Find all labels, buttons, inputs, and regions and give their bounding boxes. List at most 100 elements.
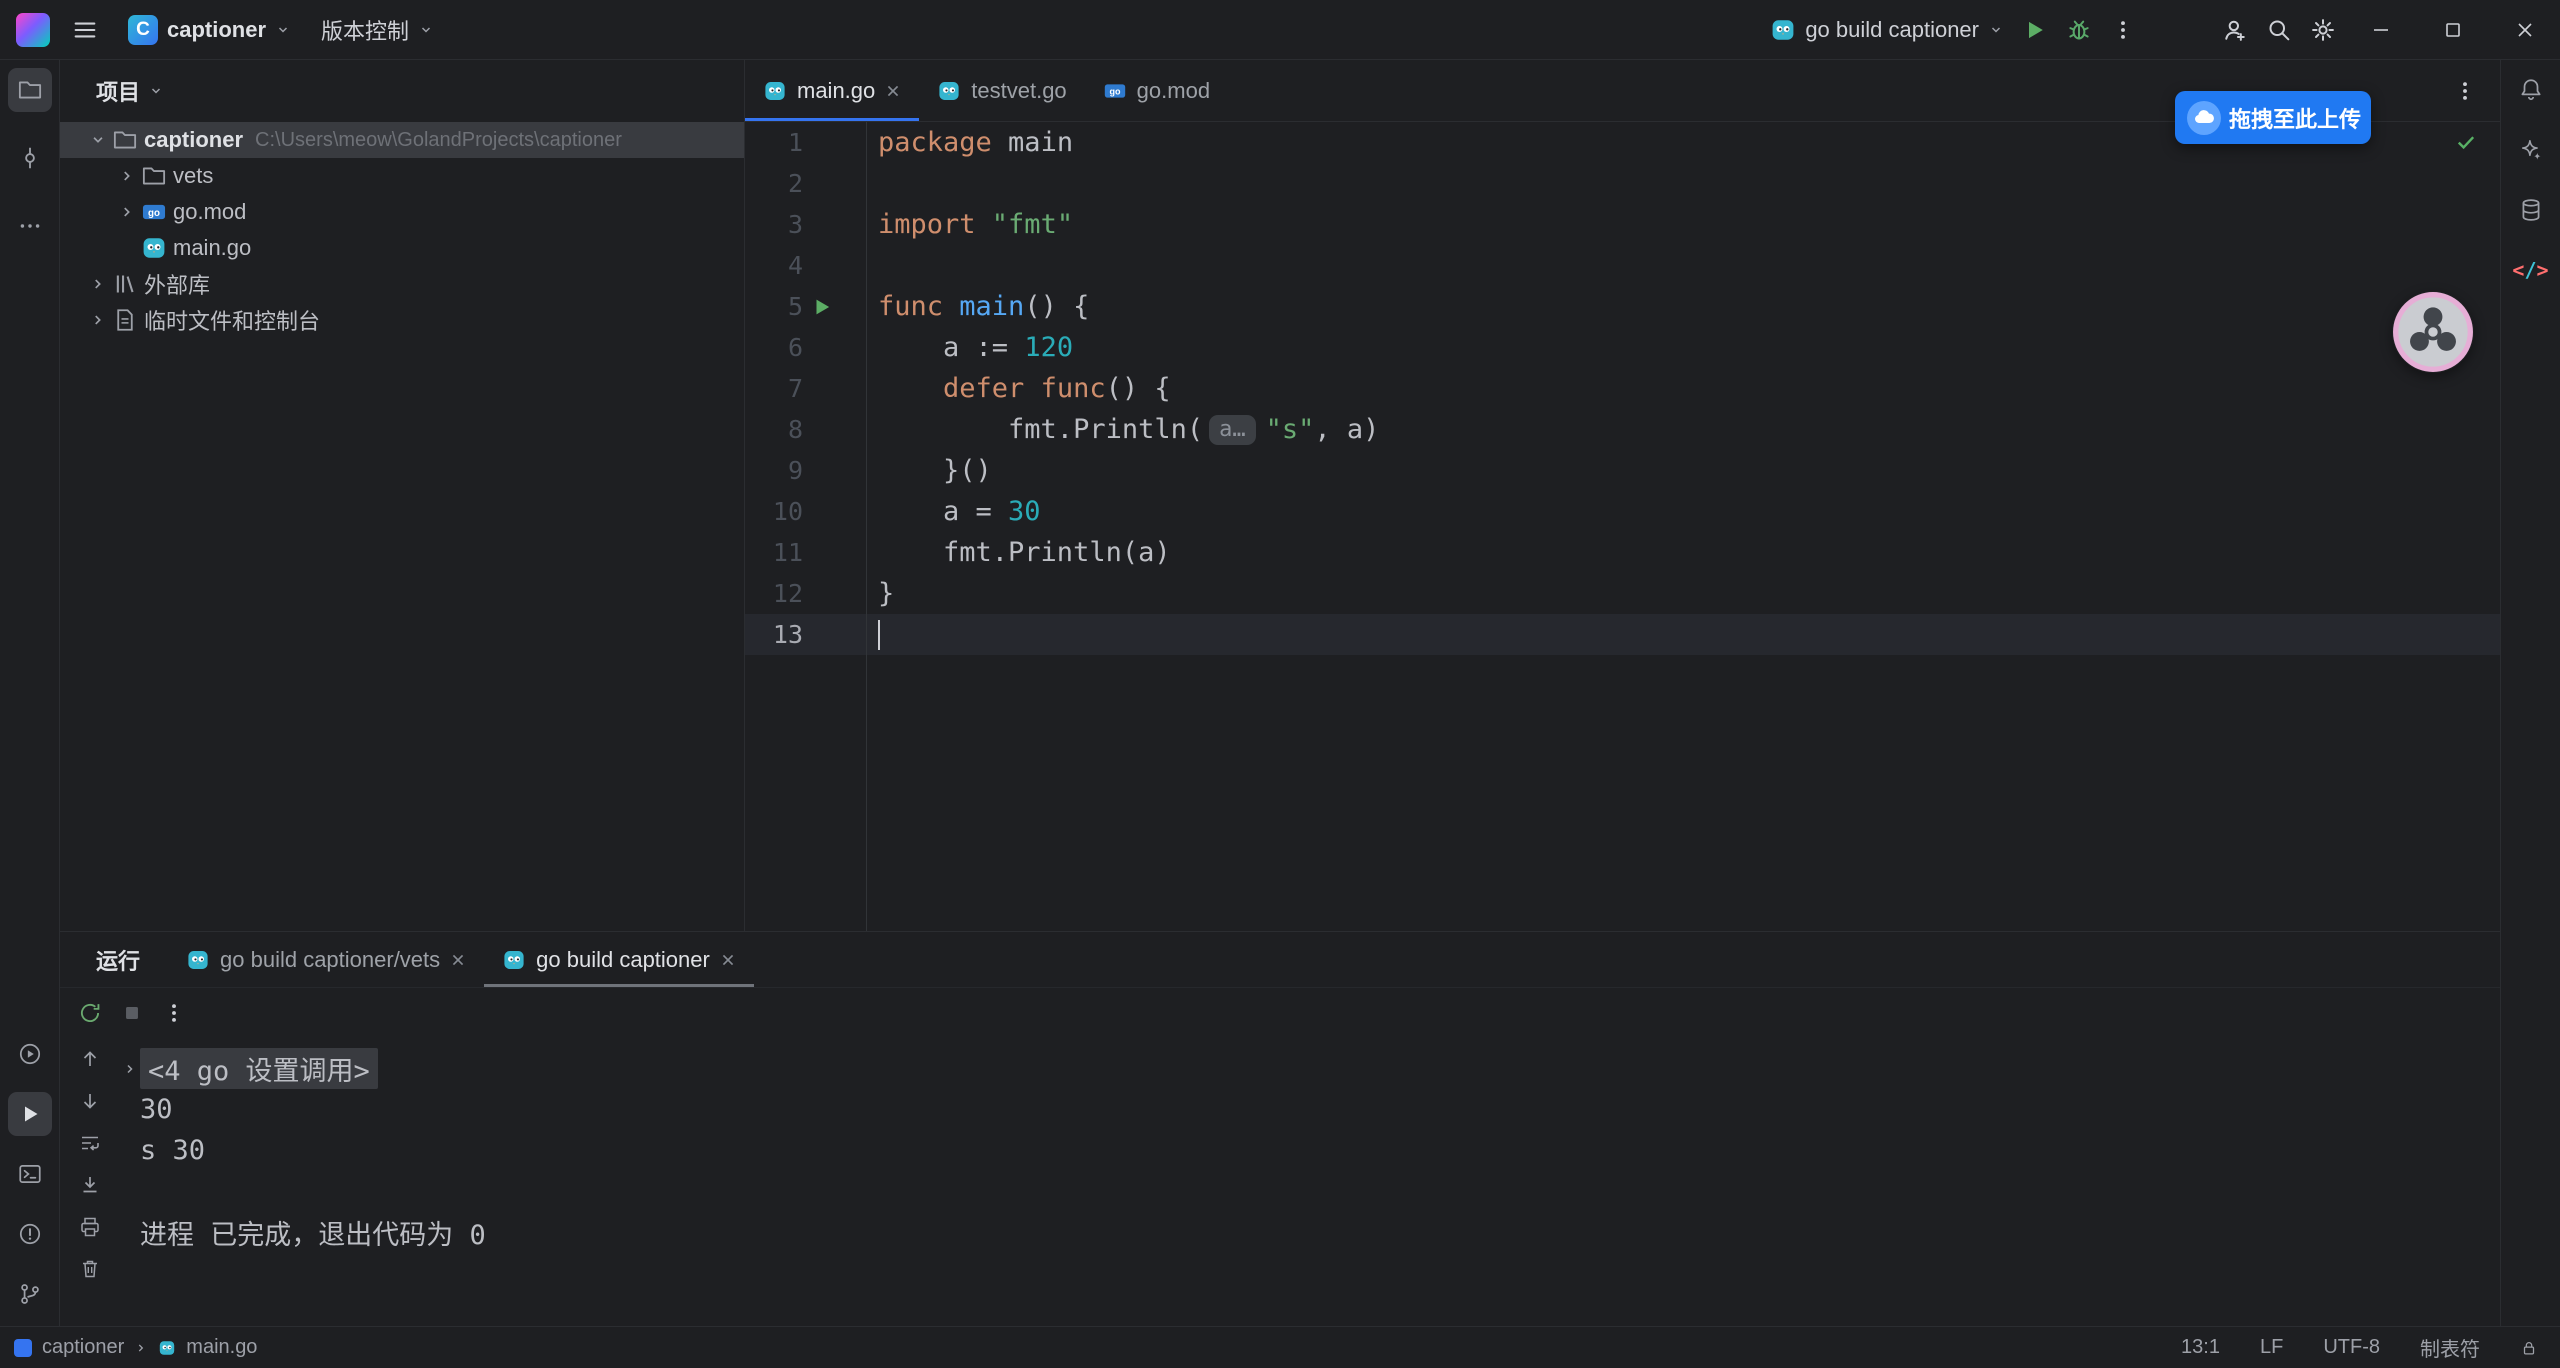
extension-spinner-widget[interactable] [2392,291,2474,373]
code-line[interactable]: 13 [745,614,2500,655]
code-line[interactable]: 2 [745,163,2500,204]
more-actions-button[interactable] [2102,9,2144,51]
close-tab-icon[interactable] [885,83,901,99]
chevron-right-icon[interactable] [113,167,141,185]
services-tool-button[interactable] [8,1032,52,1076]
fold-expand-icon[interactable] [122,1061,138,1077]
inspection-ok-icon[interactable] [2454,130,2478,154]
editor-tab[interactable]: gogo.mod [1085,60,1228,121]
line-separator[interactable]: LF [2260,1336,2283,1359]
project-tool-window: 项目 captionerC:\Users\meow\GolandProjects… [60,60,745,931]
endpoints-tool-button[interactable]: </> [2509,248,2553,292]
indent-style[interactable]: 制表符 [2420,1333,2480,1362]
code-line[interactable]: 5func main() { [745,286,2500,327]
vcs-widget[interactable]: 版本控制 [313,8,442,52]
commit-tool-button[interactable] [8,136,52,180]
folder-icon [17,77,43,103]
tree-item[interactable]: 临时文件和控制台 [60,302,744,338]
close-tab-icon[interactable] [720,952,736,968]
tree-item-path: C:\Users\meow\GolandProjects\captioner [255,129,622,152]
code-line[interactable]: 11 fmt.Println(a) [745,532,2500,573]
project-tool-button[interactable] [8,68,52,112]
debug-button[interactable] [2058,9,2100,51]
upload-drop-button[interactable]: 拖拽至此上传 [2175,91,2371,144]
ai-assistant-button[interactable] [2509,128,2553,172]
console-output[interactable]: <4 go 设置调用>30s 30 进程 已完成，退出代码为 0 [120,1038,2500,1326]
problems-tool-button[interactable] [8,1212,52,1256]
editor-tab[interactable]: main.go [745,60,919,121]
up-stacktrace-button[interactable] [73,1044,107,1074]
minimize-button[interactable] [2346,0,2416,59]
code-line[interactable]: 6 a := 120 [745,327,2500,368]
chevron-right-icon[interactable] [84,275,112,293]
code-line[interactable]: 4 [745,245,2500,286]
clear-console-button[interactable] [73,1254,107,1284]
maximize-button[interactable] [2418,0,2488,59]
chevron-right-icon[interactable] [84,311,112,329]
left-stripe-bottom [8,1032,52,1316]
run-tool-button[interactable] [8,1092,52,1136]
editor-tab[interactable]: testvet.go [919,60,1084,121]
tree-item[interactable]: main.go [60,230,744,266]
run-tab-label: go build captioner [536,947,710,973]
tab-options-button[interactable] [2444,70,2486,112]
down-stacktrace-button[interactable] [73,1086,107,1116]
caret-position[interactable]: 13:1 [2181,1336,2220,1359]
caret [878,620,880,650]
terminal-icon [17,1161,43,1187]
run-tab[interactable]: go build captioner [484,932,754,987]
code-line[interactable]: 10 a = 30 [745,491,2500,532]
soft-wrap-button[interactable] [73,1128,107,1158]
print-button[interactable] [73,1212,107,1242]
tree-item[interactable]: captionerC:\Users\meow\GolandProjects\ca… [60,122,744,158]
chevron-right-icon[interactable] [113,203,141,221]
breadcrumb-project[interactable]: captioner [42,1336,124,1359]
lock-icon[interactable] [2520,1339,2538,1357]
project-panel-header[interactable]: 项目 [60,60,744,122]
status-bar: captioner main.go 13:1 LF UTF-8 制表符 [0,1326,2560,1368]
database-tool-button[interactable] [2509,188,2553,232]
line-number: 5 [745,292,803,321]
tree-item[interactable]: gogo.mod [60,194,744,230]
breadcrumb-file[interactable]: main.go [186,1336,257,1359]
gofile-icon [502,948,526,972]
close-tab-icon[interactable] [450,952,466,968]
kebab-icon [163,1002,185,1024]
line-number: 11 [745,538,803,567]
close-button[interactable] [2490,0,2560,59]
run-options-button[interactable] [156,995,192,1031]
settings-button[interactable] [2302,9,2344,51]
file-encoding[interactable]: UTF-8 [2323,1336,2380,1359]
main-menu-button[interactable] [64,9,106,51]
scroll-to-end-button[interactable] [73,1170,107,1200]
code-line[interactable]: 9 }() [745,450,2500,491]
rerun-button[interactable] [72,995,108,1031]
code-line[interactable]: 8 fmt.Println(a…"s", a) [745,409,2500,450]
code-line[interactable]: 3import "fmt" [745,204,2500,245]
console-fold-line[interactable]: <4 go 设置调用> [120,1048,2500,1089]
tab-label: testvet.go [971,78,1066,104]
run-line-icon[interactable] [803,296,866,318]
project-widget[interactable]: C captioner [120,9,299,51]
code-line[interactable]: 7 defer func() { [745,368,2500,409]
run-tab[interactable]: go build captioner/vets [168,932,484,987]
printer-icon [78,1215,102,1239]
notifications-button[interactable] [2509,68,2553,112]
chevron-down-icon[interactable] [84,131,112,149]
search-everywhere-button[interactable] [2258,9,2300,51]
main-area: 项目 captionerC:\Users\meow\GolandProjects… [0,60,2560,1326]
stop-button[interactable] [114,995,150,1031]
arrow-down-icon [78,1089,102,1113]
code-line[interactable]: 12} [745,573,2500,614]
run-config-widget[interactable]: go build captioner [1762,11,2012,49]
editor-content[interactable]: 1package main23import "fmt"45func main()… [745,122,2500,931]
run-tool-window: 运行 go build captioner/vetsgo build capti… [60,931,2500,1326]
git-tool-button[interactable] [8,1272,52,1316]
code-with-me-button[interactable] [2214,9,2256,51]
run-button[interactable] [2014,9,2056,51]
tree-item[interactable]: vets [60,158,744,194]
terminal-tool-button[interactable] [8,1152,52,1196]
tree-item[interactable]: 外部库 [60,266,744,302]
more-tools-button[interactable] [8,204,52,248]
run-icon [18,1102,42,1126]
